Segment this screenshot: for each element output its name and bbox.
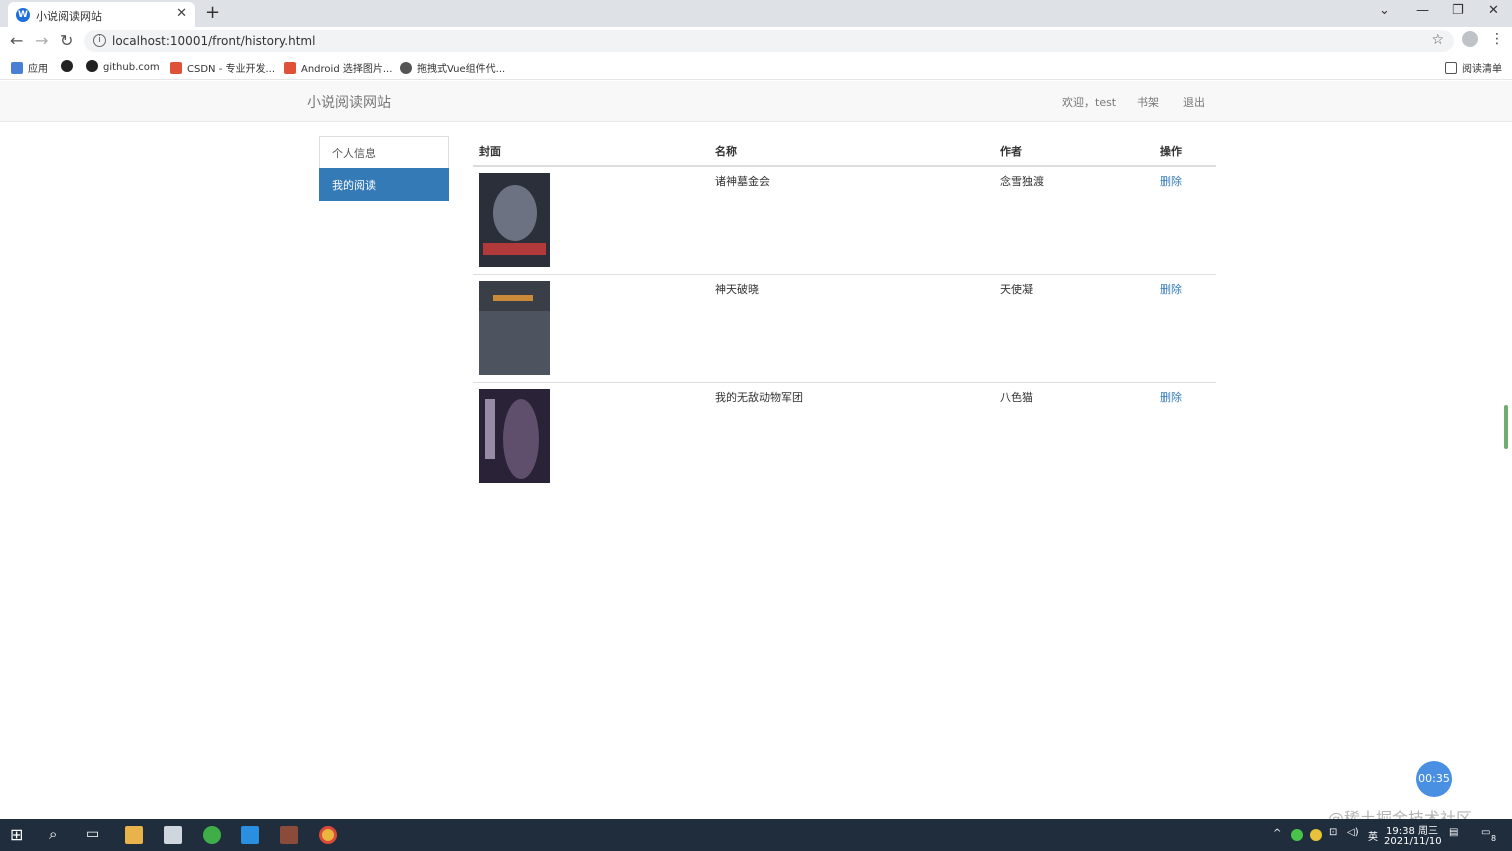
- bookmark-github[interactable]: github.com: [86, 60, 160, 73]
- site-info-icon[interactable]: i: [93, 34, 106, 47]
- tray-chevron-icon[interactable]: ^: [1273, 828, 1281, 839]
- header-name: 名称: [709, 136, 994, 167]
- close-window-button[interactable]: ✕: [1488, 3, 1499, 18]
- apps-grid-icon: [11, 62, 23, 74]
- header-cover: 封面: [473, 136, 709, 167]
- reload-icon[interactable]: ↻: [60, 31, 73, 50]
- header-action: 操作: [1154, 136, 1216, 167]
- close-tab-icon[interactable]: ✕: [176, 6, 187, 21]
- file-explorer-icon[interactable]: [125, 826, 143, 844]
- welcome-user-link[interactable]: 欢迎，test: [1062, 94, 1116, 110]
- side-item-profile[interactable]: 个人信息: [319, 136, 449, 169]
- reading-list[interactable]: 阅读清单: [1445, 60, 1502, 75]
- site-favicon-icon: W: [16, 8, 30, 22]
- bookmark-apps[interactable]: 应用: [11, 60, 48, 75]
- wechat-icon[interactable]: [1291, 829, 1303, 841]
- back-icon[interactable]: ←: [10, 31, 23, 50]
- restore-button[interactable]: ❐: [1452, 3, 1464, 18]
- clock-time[interactable]: 19:38 周三: [1386, 822, 1438, 837]
- book-author: 八色猫: [994, 381, 1154, 490]
- book-name[interactable]: 诸神墓金会: [709, 166, 994, 274]
- minimize-button[interactable]: —: [1416, 3, 1429, 18]
- store-icon[interactable]: [164, 826, 182, 844]
- browser-menu-icon[interactable]: ⋮: [1490, 31, 1504, 47]
- reading-list-icon: [1445, 62, 1457, 74]
- bookshelf-link[interactable]: 书架: [1137, 94, 1159, 110]
- github-icon: [86, 60, 98, 72]
- tab-title: 小说阅读网站: [36, 10, 102, 23]
- new-tab-button[interactable]: +: [205, 2, 220, 23]
- book-cover-image[interactable]: [479, 388, 550, 483]
- book-cover-image[interactable]: [479, 173, 550, 267]
- forward-icon[interactable]: →: [35, 31, 48, 50]
- bookmark-vue[interactable]: 拖拽式Vue组件代...: [400, 60, 505, 75]
- table-row: 诸神墓金会 念雪独渡 删除: [473, 166, 1216, 274]
- tab-search-icon[interactable]: ⌄: [1379, 3, 1390, 18]
- book-name[interactable]: 我的无敌动物军团: [709, 381, 994, 490]
- bookmarks-bar: 应用 github.com CSDN - 专业开发... Android 选择图…: [0, 55, 1512, 80]
- reading-history-table: 封面 名称 作者 操作 诸神墓金会 念雪独渡 删除 神天破晓 天使凝 删除 我的…: [473, 136, 1216, 490]
- browser-tab-bar: W 小说阅读网站 ✕ + ⌄ — ❐ ✕: [0, 0, 1512, 27]
- notification-count: 8: [1491, 834, 1497, 843]
- book-author: 念雪独渡: [1000, 175, 1044, 188]
- network-icon[interactable]: ⊡: [1329, 827, 1337, 838]
- site-brand[interactable]: 小说阅读网站: [307, 92, 391, 112]
- delete-link[interactable]: 删除: [1160, 283, 1182, 296]
- logout-link[interactable]: 退出: [1183, 94, 1205, 110]
- csdn-icon: [284, 62, 296, 74]
- book-author: 天使凝: [994, 273, 1154, 382]
- chrome-icon[interactable]: [319, 826, 337, 844]
- delete-link[interactable]: 删除: [1160, 175, 1182, 188]
- notes-icon[interactable]: ▤: [1449, 827, 1458, 838]
- bookmark-csdn[interactable]: CSDN - 专业开发...: [170, 60, 275, 75]
- bookmark-star-icon[interactable]: ☆: [1431, 32, 1444, 48]
- url-text[interactable]: localhost:10001/front/history.html: [112, 34, 315, 48]
- cover-cell: [473, 381, 709, 490]
- os-taskbar: ⊞ ⌕ ▭ ^ ⊡ ◁) 英 19:38 周三 2021/11/10 ▤ ▭ 8: [0, 819, 1512, 851]
- tray-app-icon[interactable]: [1310, 829, 1322, 841]
- vscode-icon[interactable]: [241, 826, 259, 844]
- cover-cell: [473, 166, 709, 274]
- browser-tab[interactable]: W 小说阅读网站 ✕: [8, 2, 195, 27]
- table-row: 神天破晓 天使凝 删除: [473, 273, 1216, 382]
- profile-avatar-icon[interactable]: [1462, 31, 1478, 47]
- book-name[interactable]: 神天破晓: [709, 273, 994, 382]
- table-header-row: 封面 名称 作者 操作: [473, 136, 1216, 167]
- app-icon[interactable]: [280, 826, 298, 844]
- task-view-icon[interactable]: ▭: [86, 826, 104, 844]
- browser-360-icon[interactable]: [203, 826, 221, 844]
- bookmark-android[interactable]: Android 选择图片...: [284, 60, 392, 75]
- cover-cell: [473, 273, 709, 382]
- side-item-my-reading[interactable]: 我的阅读: [319, 168, 449, 201]
- user-side-menu: 个人信息 我的阅读: [319, 136, 449, 201]
- browser-toolbar: ← → ↻ i localhost:10001/front/history.ht…: [0, 27, 1512, 55]
- table-row: 我的无敌动物军团 八色猫 删除: [473, 381, 1216, 490]
- recording-timer: 00:35: [1416, 761, 1452, 797]
- github-icon[interactable]: [61, 60, 78, 73]
- site-navbar: 小说阅读网站 欢迎，test 书架 退出: [0, 81, 1512, 122]
- windows-start-icon[interactable]: ⊞: [10, 825, 28, 844]
- book-cover-image[interactable]: [479, 280, 550, 375]
- header-author: 作者: [994, 136, 1154, 167]
- clock-date[interactable]: 2021/11/10: [1384, 836, 1442, 847]
- address-bar[interactable]: i localhost:10001/front/history.html ☆: [84, 30, 1454, 52]
- search-icon[interactable]: ⌕: [49, 825, 67, 843]
- scroll-indicator[interactable]: [1504, 405, 1508, 449]
- delete-link[interactable]: 删除: [1160, 391, 1182, 404]
- csdn-icon: [170, 62, 182, 74]
- action-center-icon[interactable]: ▭: [1481, 827, 1490, 838]
- volume-icon[interactable]: ◁): [1347, 827, 1359, 838]
- globe-icon: [400, 62, 412, 74]
- input-language[interactable]: 英: [1368, 828, 1378, 843]
